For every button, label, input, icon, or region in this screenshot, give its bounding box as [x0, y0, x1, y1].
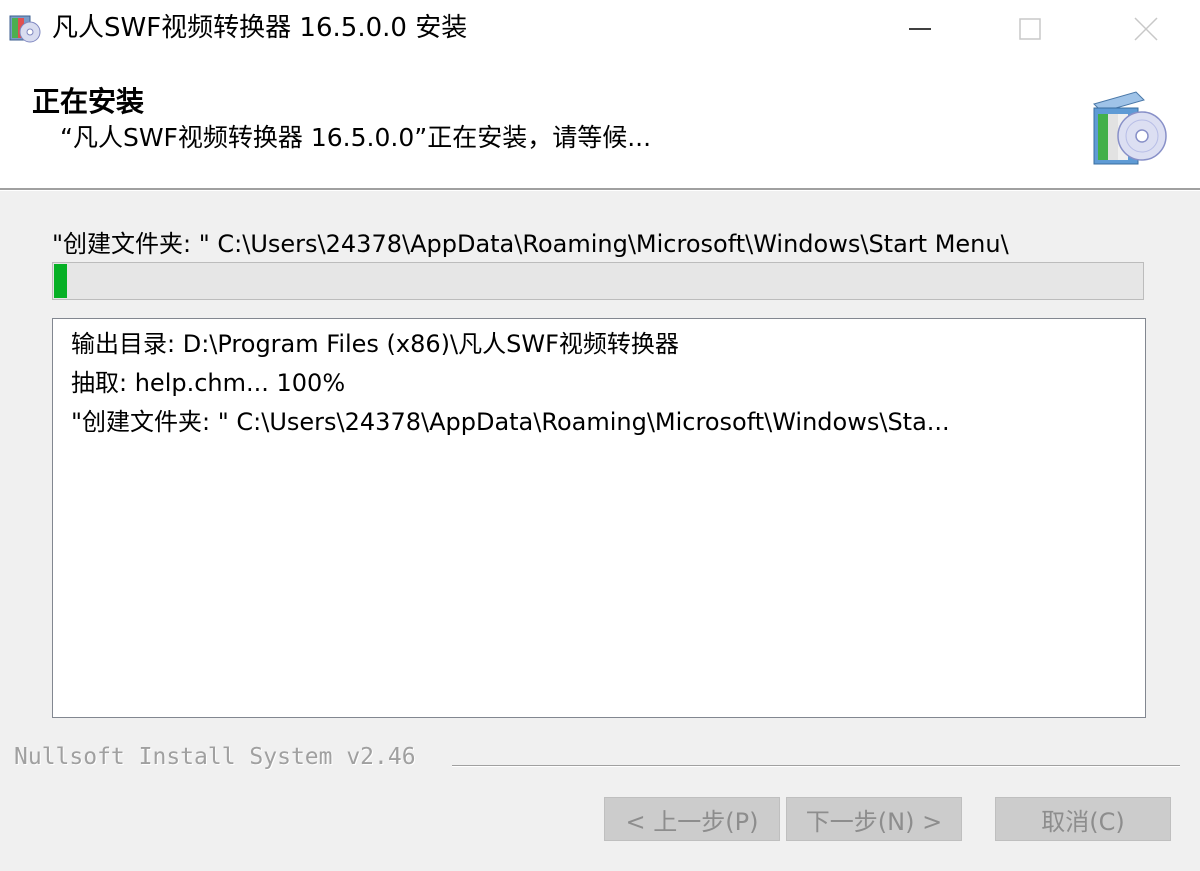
install-progress-bar	[52, 262, 1144, 300]
installer-app-icon	[9, 15, 41, 43]
install-log-list[interactable]: 输出目录: D:\Program Files (x86)\凡人SWF视频转换器 …	[52, 318, 1146, 718]
minimize-icon	[909, 28, 931, 30]
page-subtitle: “凡人SWF视频转换器 16.5.0.0”正在安装，请等候...	[60, 123, 652, 152]
window-title: 凡人SWF视频转换器 16.5.0.0 安装	[52, 13, 468, 43]
branding-divider	[452, 765, 1180, 767]
close-button[interactable]	[1096, 0, 1196, 58]
page-title: 正在安装	[32, 85, 145, 118]
installer-header: 正在安装 “凡人SWF视频转换器 16.5.0.0”正在安装，请等候...	[0, 58, 1200, 188]
title-bar: 凡人SWF视频转换器 16.5.0.0 安装	[0, 0, 1200, 58]
nsis-branding-text: Nullsoft Install System v2.46	[14, 744, 416, 770]
installer-cd-box-icon	[1093, 91, 1167, 165]
log-line: 抽取: help.chm... 100%	[71, 369, 346, 397]
maximize-icon	[1019, 18, 1041, 40]
close-icon	[1134, 17, 1158, 41]
back-button[interactable]: < 上一步(P)	[604, 797, 780, 841]
log-line: "创建文件夹: " C:\Users\24378\AppData\Roaming…	[71, 408, 950, 436]
current-action-text: "创建文件夹: " C:\Users\24378\AppData\Roaming…	[52, 230, 1009, 258]
cancel-button[interactable]: 取消(C)	[995, 797, 1171, 841]
header-divider	[0, 188, 1200, 191]
install-progress-fill	[54, 264, 67, 298]
next-button[interactable]: 下一步(N) >	[786, 797, 962, 841]
minimize-button[interactable]	[870, 0, 970, 58]
maximize-button[interactable]	[980, 0, 1080, 58]
log-line: 输出目录: D:\Program Files (x86)\凡人SWF视频转换器	[71, 330, 679, 358]
